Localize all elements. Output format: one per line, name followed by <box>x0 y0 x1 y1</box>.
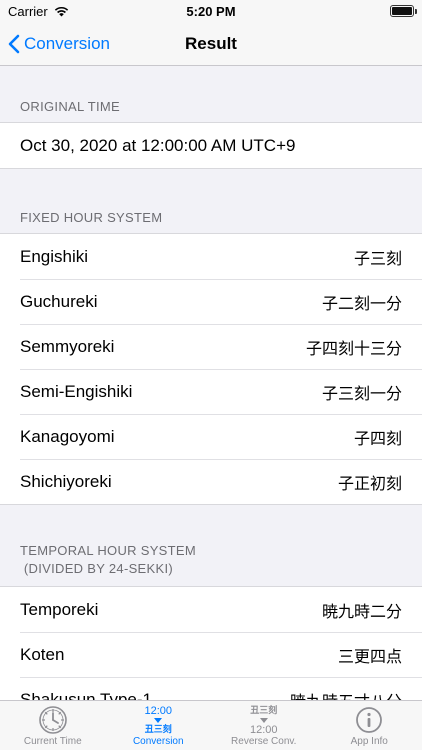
back-button[interactable]: Conversion <box>8 22 110 66</box>
arrow-down-icon <box>259 717 268 723</box>
row-value: 子三刻一分 <box>321 383 402 403</box>
row-value: 子四刻 <box>353 428 402 448</box>
temporal-hour-group: Temporeki 暁九時二分 Koten 三更四点 Shakusun Type… <box>0 586 422 700</box>
list-item: Semmyoreki 子四刻十三分 <box>0 324 422 369</box>
section-header-temporal-line1: TEMPORAL HOUR SYSTEM <box>20 543 196 558</box>
tab-bar: Current Time 12:00 丑三刻 Conversion 丑三刻 12… <box>0 700 422 750</box>
row-value: 子四刻十三分 <box>305 338 402 358</box>
row-label: Koten <box>20 644 65 664</box>
navigation-bar: Conversion Result <box>0 22 422 66</box>
row-value: 暁九時二分 <box>321 601 402 621</box>
reverse-icon-top: 丑三刻 <box>250 705 278 716</box>
row-label: Kanagoyomi <box>20 426 115 446</box>
conversion-icon: 12:00 丑三刻 <box>144 705 172 735</box>
back-button-label: Conversion <box>24 34 110 53</box>
original-time-group: Oct 30, 2020 at 12:00:00 AM UTC+9 <box>0 122 422 169</box>
row-value: 子三刻 <box>353 248 402 268</box>
status-bar: Carrier 5:20 PM <box>0 0 422 22</box>
row-value: 子二刻一分 <box>321 293 402 313</box>
list-item: Engishiki 子三刻 <box>0 234 422 279</box>
list-item: Koten 三更四点 <box>0 632 422 677</box>
section-header-temporal: TEMPORAL HOUR SYSTEM (DIVIDED BY 24-SEKK… <box>0 505 422 586</box>
row-label: Temporeki <box>20 599 99 619</box>
tab-label: Reverse Conv. <box>231 736 297 747</box>
reverse-conversion-icon: 丑三刻 12:00 <box>249 705 278 736</box>
row-value: 暁九時五寸八分 <box>290 688 402 701</box>
original-time-value: Oct 30, 2020 at 12:00:00 AM UTC+9 <box>20 135 296 155</box>
row-label: Shichiyoreki <box>20 471 112 491</box>
row-label: Semmyoreki <box>20 336 115 356</box>
list-item: Semi-Engishiki 子三刻一分 <box>0 369 422 414</box>
result-list[interactable]: ORIGINAL TIME Oct 30, 2020 at 12:00:00 A… <box>0 66 422 700</box>
reverse-icon-bottom: 12:00 <box>249 723 278 736</box>
clock-icon <box>38 705 68 735</box>
conversion-icon-top: 12:00 <box>144 704 173 717</box>
status-time: 5:20 PM <box>186 4 236 19</box>
tab-label: Current Time <box>23 736 82 747</box>
list-item: Temporeki 暁九時二分 <box>0 587 422 632</box>
row-label: Shakusun Type-1 <box>20 689 152 701</box>
section-header-temporal-line2: (DIVIDED BY 24-SEKKI) <box>20 561 174 576</box>
row-label: Guchureki <box>20 291 98 311</box>
row-value: 子正初刻 <box>337 473 402 493</box>
original-time-cell: Oct 30, 2020 at 12:00:00 AM UTC+9 <box>0 123 422 168</box>
fixed-hour-group: Engishiki 子三刻 Guchureki 子二刻一分 Semmyoreki… <box>0 233 422 505</box>
tab-label: Conversion <box>132 736 184 747</box>
tab-label: App Info <box>350 736 388 747</box>
list-item: Kanagoyomi 子四刻 <box>0 414 422 459</box>
list-item: Shakusun Type-1 暁九時五寸八分 <box>0 677 422 700</box>
tab-reverse-conversion[interactable]: 丑三刻 12:00 Reverse Conv. <box>211 701 317 750</box>
row-value: 三更四点 <box>337 646 402 666</box>
list-item: Guchureki 子二刻一分 <box>0 279 422 324</box>
list-item: Shichiyoreki 子正初刻 <box>0 459 422 504</box>
arrow-down-icon <box>154 717 163 723</box>
section-header-original: ORIGINAL TIME <box>20 99 120 114</box>
tab-app-info[interactable]: App Info <box>317 701 422 750</box>
tab-conversion[interactable]: 12:00 丑三刻 Conversion <box>106 701 212 750</box>
section-header-fixed: FIXED HOUR SYSTEM <box>20 210 163 225</box>
row-label: Semi-Engishiki <box>20 381 133 401</box>
row-label: Engishiki <box>20 246 89 266</box>
tab-current-time[interactable]: Current Time <box>0 701 106 750</box>
chevron-left-icon <box>8 34 20 54</box>
conversion-icon-bottom: 丑三刻 <box>144 724 172 735</box>
info-icon <box>355 705 383 735</box>
battery-icon <box>390 5 417 17</box>
